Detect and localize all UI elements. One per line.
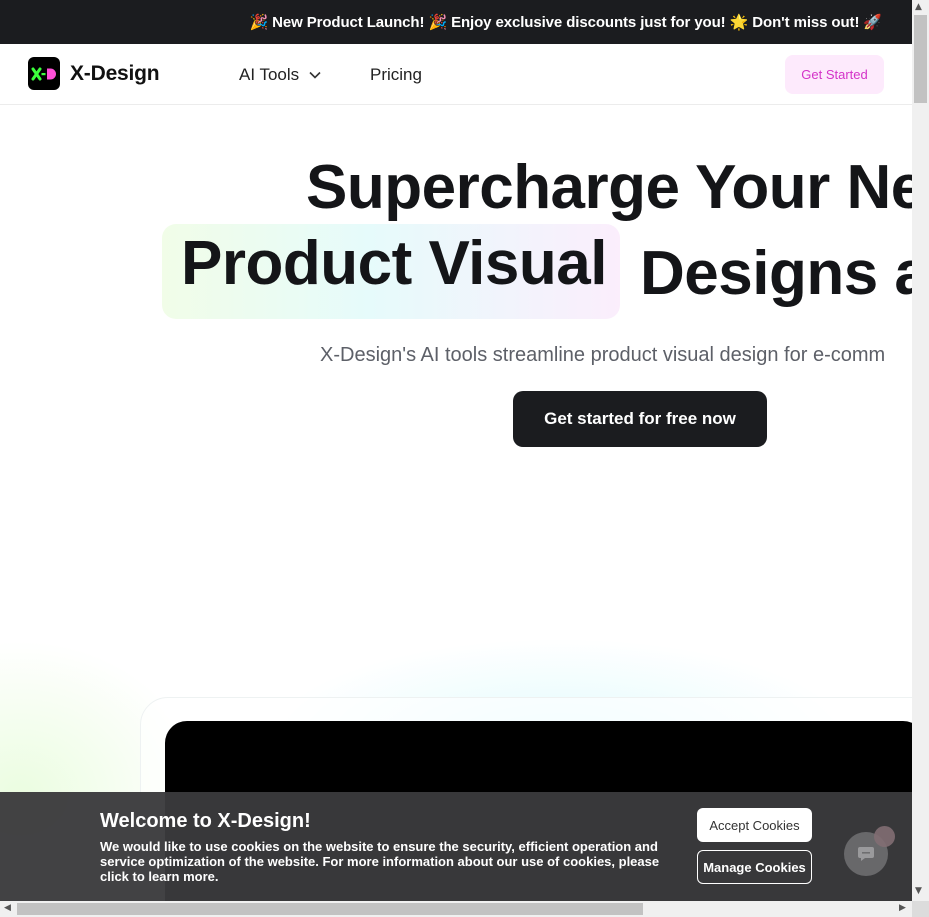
get-started-free-button[interactable]: Get started for free now (513, 391, 767, 447)
scrollbar-corner (912, 901, 929, 917)
manage-cookies-button[interactable]: Manage Cookies (697, 850, 812, 884)
announcement-text: 🎉 New Product Launch! 🎉 Enjoy exclusive … (249, 14, 882, 31)
nav-ai-tools[interactable]: AI Tools (239, 65, 321, 85)
accept-cookies-button[interactable]: Accept Cookies (697, 808, 812, 842)
horizontal-scroll-thumb[interactable] (17, 903, 643, 915)
vertical-scroll-thumb[interactable] (914, 15, 927, 103)
brand-name: X-Design (70, 61, 160, 85)
nav-pricing[interactable]: Pricing (370, 65, 422, 85)
cookie-title: Welcome to X-Design! (100, 810, 311, 832)
vertical-scrollbar[interactable] (912, 0, 929, 901)
brand-logo[interactable]: X-Design (28, 57, 160, 90)
hero-subtitle: X-Design's AI tools streamline product v… (320, 344, 886, 366)
cookie-description: We would like to use cookies on the webs… (100, 839, 660, 884)
scroll-up-icon[interactable]: ▲ (915, 2, 922, 12)
nav-ai-tools-label: AI Tools (239, 65, 300, 84)
chevron-down-icon (309, 71, 321, 79)
scroll-left-icon[interactable]: ◀ (4, 903, 11, 913)
page-viewport: 🎉 New Product Launch! 🎉 Enjoy exclusive … (0, 0, 912, 901)
scroll-down-icon[interactable]: ▼ (915, 886, 922, 896)
site-header: X-Design AI Tools Pricing Get Started (0, 44, 912, 105)
cookie-banner: Welcome to X-Design! We would like to us… (0, 792, 912, 901)
hero-title-line2: Designs a (640, 239, 912, 308)
hero-title-line1: Supercharge Your Ne (306, 153, 912, 222)
announcement-bar: 🎉 New Product Launch! 🎉 Enjoy exclusive … (0, 0, 912, 44)
chat-icon (858, 847, 874, 861)
logo-mark-icon (28, 57, 60, 90)
get-started-button[interactable]: Get Started (785, 55, 884, 94)
scroll-right-icon[interactable]: ▶ (899, 903, 906, 913)
hero-title-highlight: Product Visual (181, 229, 607, 298)
chat-notification-dot (874, 826, 895, 847)
